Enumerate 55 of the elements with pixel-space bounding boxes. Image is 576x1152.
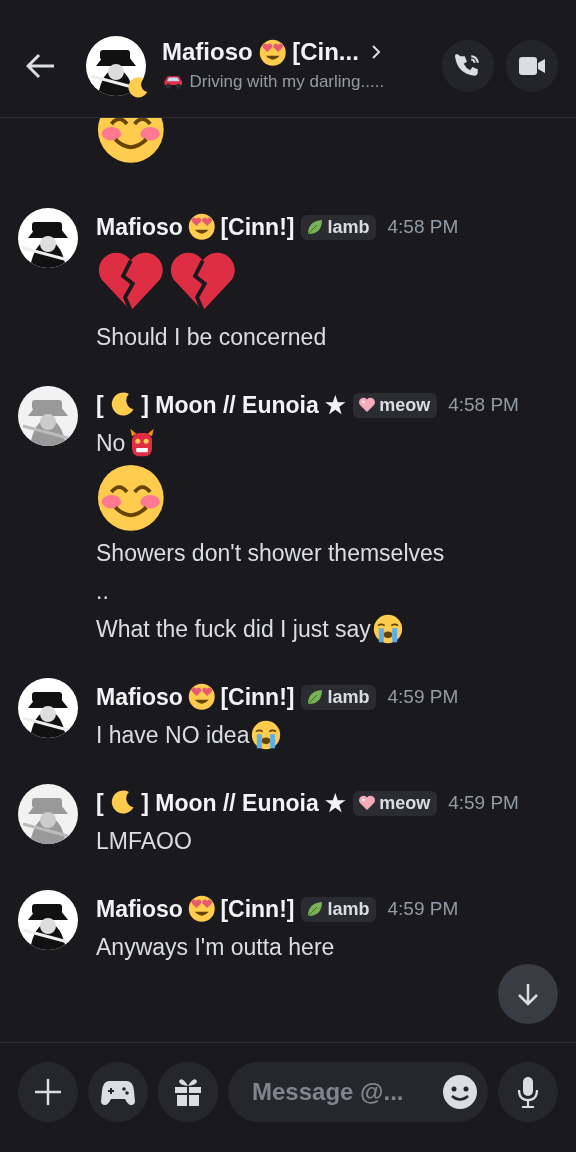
heart-icon — [358, 794, 377, 812]
author-name: [Cinn!] — [220, 213, 295, 241]
gift-icon — [174, 1076, 202, 1107]
leaf-icon — [306, 688, 325, 706]
role-tag: lamb — [301, 896, 377, 922]
author-name: ] Moon // Eunoia ★ — [141, 391, 347, 419]
crying-face-icon — [251, 720, 282, 750]
timestamp: 4:59 PM — [387, 898, 459, 920]
channel-title: Mafioso — [162, 38, 253, 67]
message-text: Anyways I'm outta here — [96, 933, 335, 961]
phone-icon — [455, 52, 481, 79]
video-camera-icon — [518, 54, 546, 77]
heart-eyes-face-icon — [258, 38, 287, 66]
role-tag: meow — [353, 790, 438, 816]
author-name: [ — [96, 789, 104, 817]
plus-icon — [34, 1077, 62, 1106]
heart-eyes-face-icon — [187, 683, 216, 711]
author-name: [Cinn!] — [220, 683, 295, 711]
status-text: Driving with my darling..... — [189, 71, 385, 92]
down-arrow-icon — [516, 982, 540, 1006]
message-text: Showers don't shower themselves — [96, 539, 445, 567]
leaf-icon — [306, 218, 325, 236]
heart-eyes-face-icon — [187, 895, 216, 923]
author-name: [Cinn!] — [220, 895, 295, 923]
smiley-icon[interactable] — [442, 1073, 478, 1110]
message-text: No — [96, 429, 126, 457]
role-tag: meow — [353, 392, 438, 418]
crescent-moon-icon — [126, 75, 150, 100]
role-tag: lamb — [301, 684, 377, 710]
author-name: Mafioso — [96, 895, 183, 923]
author-name: [ — [96, 391, 104, 419]
message-bar[interactable]: Message @... — [228, 1061, 488, 1122]
message-text: .. — [96, 577, 109, 605]
smiling-face-icon — [96, 463, 166, 533]
message-text: What the fuck did I just say — [96, 615, 371, 643]
back-arrow-icon[interactable] — [26, 52, 56, 79]
author-name: Mafioso — [96, 683, 183, 711]
author-name: ] Moon // Eunoia ★ — [141, 789, 347, 817]
leaf-icon — [306, 900, 325, 918]
microphone-icon — [516, 1075, 540, 1108]
chevron-right-icon[interactable] — [370, 44, 381, 61]
timestamp: 4:59 PM — [387, 686, 459, 708]
message-text: LMFAOO — [96, 827, 192, 855]
message-field[interactable]: Message @... — [250, 1076, 436, 1107]
message-text: I have NO idea — [96, 721, 250, 749]
author-name: Mafioso — [96, 213, 183, 241]
role-tag: lamb — [301, 214, 377, 240]
heart-icon — [358, 396, 377, 414]
channel-title: [Cin... — [292, 38, 359, 67]
timestamp: 4:58 PM — [387, 216, 459, 238]
message-text: Should I be concerned — [96, 323, 327, 351]
timestamp: 4:59 PM — [448, 792, 519, 814]
timestamp: 4:58 PM — [448, 394, 519, 416]
crying-face-icon — [372, 614, 403, 644]
heart-eyes-face-icon — [187, 213, 216, 241]
